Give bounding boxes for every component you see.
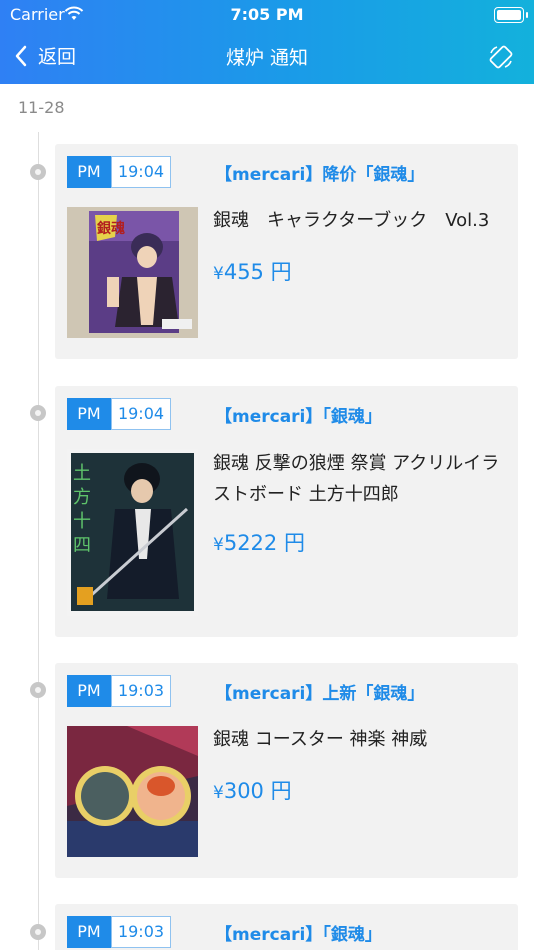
timeline-line	[38, 132, 39, 950]
app-header: Carrier 7:05 PM 返回 煤炉 通知	[0, 0, 534, 84]
product-price: ¥5222 円	[213, 527, 305, 557]
product-name[interactable]: 銀魂 キャラクターブック Vol.3	[213, 205, 508, 236]
notification-card[interactable]: PM 19:04 【mercari】降价「銀魂」 銀魂 銀魂 キャラクターブック…	[55, 144, 518, 359]
product-image[interactable]: 銀魂	[67, 207, 198, 338]
product-name[interactable]: 銀魂 反撃の狼煙 祭賞 アクリルイラストボード 土方十四郎	[213, 448, 508, 510]
time-tag: PM 19:04	[67, 156, 171, 188]
time-badge: 19:04	[111, 156, 171, 188]
ampm-badge: PM	[67, 398, 111, 430]
time-badge: 19:03	[111, 675, 171, 707]
currency-symbol: ¥	[213, 264, 224, 284]
time-tag: PM 19:03	[67, 916, 171, 948]
notification-source: 【mercari】「銀魂」	[215, 925, 382, 945]
notification-source: 【mercari】降价「銀魂」	[215, 165, 425, 185]
timeline-dot	[30, 405, 46, 421]
svg-text:四: 四	[73, 535, 91, 556]
timeline-dot	[30, 924, 46, 940]
product-image[interactable]: 土 方 十 四	[67, 449, 198, 616]
price-value: 300 円	[223, 779, 292, 803]
price-value: 455 円	[223, 260, 292, 284]
ampm-badge: PM	[67, 156, 111, 188]
notification-card[interactable]: PM 19:03 【mercari】上新「銀魂」 銀魂 コースター 神楽 神威 …	[55, 663, 518, 878]
currency-symbol: ¥	[213, 535, 224, 555]
time-tag: PM 19:03	[67, 675, 171, 707]
navigation-bar: 返回 煤炉 通知	[0, 30, 534, 84]
clock: 7:05 PM	[230, 5, 304, 24]
date-label: 11-28	[18, 98, 65, 117]
timeline-dot	[30, 682, 46, 698]
product-image[interactable]	[67, 726, 198, 857]
svg-text:方: 方	[73, 487, 91, 508]
time-tag: PM 19:04	[67, 398, 171, 430]
notification-list[interactable]: 11-28 PM 19:04 【mercari】降价「銀魂」 銀魂 銀魂 キャラ…	[0, 84, 534, 950]
page-title: 煤炉 通知	[225, 47, 309, 69]
ampm-badge: PM	[67, 916, 111, 948]
svg-text:土: 土	[73, 463, 91, 484]
status-bar: Carrier 7:05 PM	[0, 0, 534, 30]
notification-card[interactable]: PM 19:04 【mercari】「銀魂」 土 方 十 四 銀魂 反撃の狼煙 …	[55, 386, 518, 637]
svg-text:十: 十	[73, 511, 91, 532]
currency-symbol: ¥	[213, 783, 224, 803]
notification-source: 【mercari】上新「銀魂」	[215, 684, 425, 704]
svg-text:銀魂: 銀魂	[97, 220, 125, 237]
price-value: 5222 円	[223, 531, 305, 555]
time-badge: 19:04	[111, 398, 171, 430]
ampm-badge: PM	[67, 675, 111, 707]
product-price: ¥300 円	[213, 775, 292, 805]
product-name[interactable]: 銀魂 コースター 神楽 神威	[213, 724, 508, 755]
notification-card[interactable]: PM 19:03 【mercari】「銀魂」	[55, 904, 518, 950]
time-badge: 19:03	[111, 916, 171, 948]
timeline-dot	[30, 164, 46, 180]
rotate-screen-icon[interactable]	[488, 44, 514, 70]
product-price: ¥455 円	[213, 256, 292, 286]
notification-source: 【mercari】「銀魂」	[215, 407, 382, 427]
battery-icon	[494, 7, 528, 23]
